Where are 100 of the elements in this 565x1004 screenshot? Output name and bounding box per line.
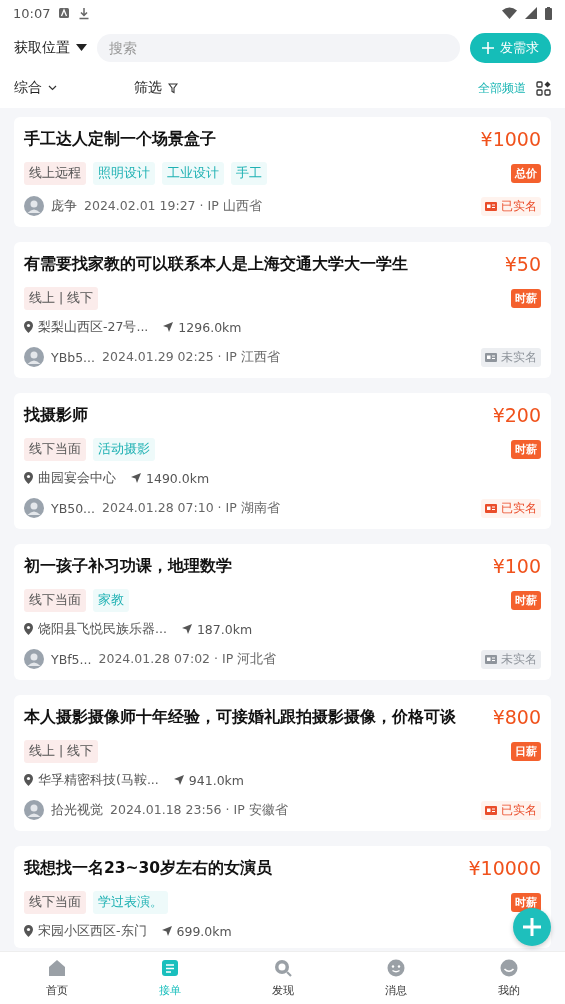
location-pin-icon [24,321,33,333]
verification-badge: 未实名 [481,347,541,367]
post-tag: 照明设计 [93,161,155,185]
app-notification-icon [58,7,71,19]
post-card[interactable]: 我想找一名23~30岁左右的女演员 ¥10000 线下当面 学过表演。 时薪 宋园小区西区-东门 699.0km [14,846,551,948]
post-card[interactable]: 本人摄影摄像师十年经验，可接婚礼跟拍摄影摄像，价格可谈 ¥800 线上 | 线下 日薪 华孚精密科技(马鞍... 941.0km 拾光视觉 2024.01.18 23:56 · IP 安徽省 已实名 [14,695,551,831]
post-tag: 手工 [231,161,267,185]
post-time: 2024.01.29 02:25 · IP 江西省 [102,348,280,366]
post-location: 梨梨山西区-27号... [38,318,149,336]
post-title: 我想找一名23~30岁左右的女演员 [24,857,273,879]
post-price: ¥100 [492,555,541,577]
post-time: 2024.01.28 07:10 · IP 湖南省 [102,499,280,517]
wifi-icon [502,7,517,19]
tab-bar-item[interactable]: 我的 [452,952,565,1004]
post-time: 2024.02.01 19:27 · IP 山西省 [84,197,262,215]
navigation-arrow-icon [181,624,192,634]
list-icon [160,958,179,977]
verification-badge: 已实名 [481,800,541,820]
location-pin-icon [24,472,33,484]
post-location: 华孚精密科技(马鞍... [38,771,159,789]
post-distance: 1490.0km [146,470,210,486]
download-icon [78,6,91,20]
post-title: 有需要找家教的可以联系本人是上海交通大学大一学生 [24,253,408,275]
sort-dropdown[interactable]: 综合 [14,79,124,97]
pay-type-badge: 时薪 [511,439,541,459]
user-name: 庞争 [51,197,77,215]
post-location: 宋园小区西区-东门 [38,922,147,940]
verification-badge: 已实名 [481,498,541,518]
dropdown-triangle-icon [76,44,87,52]
post-price: ¥200 [492,404,541,426]
filter-icon [168,82,178,94]
status-time: 10:07 [13,5,51,21]
tab-bar-item[interactable]: 首页 [0,952,113,1004]
avatar-icon [24,347,44,367]
grid-icon[interactable] [536,80,551,96]
search-icon [273,958,292,977]
signal-icon [525,7,537,19]
user-name: 拾光视觉 [51,801,103,819]
pay-type-badge: 日薪 [511,741,541,761]
chevron-down-icon [48,85,57,91]
navigation-arrow-icon [131,473,141,483]
smiley-icon [499,958,518,977]
post-tag: 线下当面 [24,890,86,914]
avatar-icon [24,498,44,518]
post-time: 2024.01.28 07:02 · IP 河北省 [98,650,277,668]
search-field[interactable]: 搜索 [97,34,460,62]
tab-bar-item[interactable]: 发现 [226,952,339,1004]
filter-button[interactable]: 筛选 [134,79,178,97]
post-tag: 线下当面 [24,437,86,461]
user-name: YB50... [51,500,96,516]
pay-type-badge: 时薪 [511,590,541,610]
user-name: YBb5... [51,349,96,365]
location-pin-icon [24,774,33,786]
post-title: 手工达人定制一个场景盒子 [24,128,216,150]
post-price: ¥50 [504,253,541,275]
post-title: 初一孩子补习功课，地理数学 [24,555,232,577]
post-distance: 1296.0km [178,319,242,335]
pay-type-badge: 总价 [511,163,541,183]
location-pin-icon [24,925,33,937]
pay-type-badge: 时薪 [511,288,541,308]
post-price: ¥800 [492,706,541,728]
verification-badge: 未实名 [481,649,541,669]
post-distance: 941.0km [188,772,244,788]
navigation-arrow-icon [161,926,172,936]
tab-bar-item[interactable]: 消息 [339,952,452,1004]
post-card[interactable]: 找摄影师 ¥200 线下当面 活动摄影 时薪 曲园宴会中心 1490.0km YB50... 2024.01.28 07:10 · IP 湖南省 已实名 [14,393,551,529]
home-icon [47,958,66,977]
navigation-arrow-icon [163,322,174,332]
verification-badge: 已实名 [481,196,541,216]
avatar-icon [24,649,44,669]
location-pin-icon [24,623,33,635]
post-location: 曲园宴会中心 [38,469,116,487]
user-name: YBf5... [51,651,92,667]
post-card[interactable]: 初一孩子补习功课，地理数学 ¥100 线下当面 家教 时薪 饶阳县飞悦民族乐器... 187.0km YBf5... 2024.01.28 07:02 · IP 河北省 未实名 [14,544,551,680]
post-tag: 家教 [93,588,129,612]
post-tag: 线上 | 线下 [24,286,99,310]
post-tag: 线上远程 [24,161,86,185]
avatar-icon [24,800,44,820]
post-time: 2024.01.18 23:56 · IP 安徽省 [110,801,288,819]
plus-icon [522,917,542,937]
post-card[interactable]: 手工达人定制一个场景盒子 ¥1000 线上远程 照明设计 工业设计 手工 总价 庞争 2024.02.01 19:27 · IP 山西省 已实名 [14,117,551,227]
post-price: ¥1000 [480,128,541,150]
post-tag: 工业设计 [162,161,224,185]
post-price: ¥10000 [468,857,541,879]
post-tag: 学过表演。 [93,890,168,914]
post-tag: 线下当面 [24,588,86,612]
post-distance: 187.0km [196,621,253,637]
post-title: 本人摄影摄像师十年经验，可接婚礼跟拍摄影摄像，价格可谈 [24,706,456,728]
post-location: 饶阳县飞悦民族乐器... [38,620,167,638]
post-distance: 699.0km [176,923,232,939]
navigation-arrow-icon [173,775,184,785]
post-card[interactable]: 有需要找家教的可以联系本人是上海交通大学大一学生 ¥50 线上 | 线下 时薪 梨梨山西区-27号... 1296.0km YBb5... 2024.01.29 02:25 · IP 江西省 未实名 [14,242,551,378]
battery-icon [545,6,552,20]
smiley-icon [386,958,405,977]
plus-icon [482,42,494,54]
location-dropdown[interactable]: 获取位置 [14,39,87,57]
post-tag: 线上 | 线下 [24,739,99,763]
avatar-icon [24,196,44,216]
post-tag: 活动摄影 [93,437,155,461]
post-title: 找摄影师 [24,404,88,426]
